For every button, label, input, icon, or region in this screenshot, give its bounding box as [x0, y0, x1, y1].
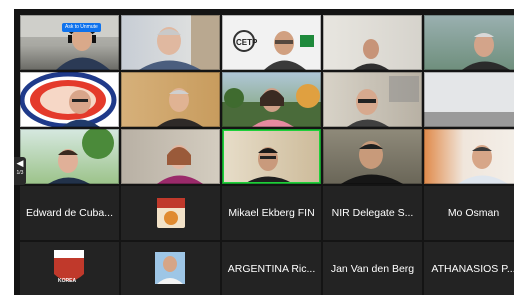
participant-name: ATHANASIOS P... — [431, 262, 514, 275]
cetp-logo: CETP — [236, 38, 258, 47]
participant-name: Mo Osman — [447, 207, 500, 219]
participant-video: CETP — [222, 15, 321, 70]
video-tile-participant-7[interactable] — [121, 72, 220, 127]
chevron-left-icon: ◀ — [16, 158, 24, 168]
video-tile-participant-10[interactable] — [424, 72, 514, 127]
participant-name: NIR Delegate S... — [331, 207, 414, 219]
video-tile-participant-3[interactable]: CETP — [222, 15, 321, 70]
participant-video — [458, 145, 508, 184]
video-tile-participant-4[interactable] — [323, 15, 422, 70]
participant-video — [139, 15, 220, 70]
video-tile-participant-13[interactable] — [222, 129, 321, 184]
avatar-tile-korea[interactable]: KOREA — [20, 242, 119, 295]
ask-to-unmute-badge[interactable]: Ask to Unmute — [62, 23, 101, 32]
name-tile-jan[interactable]: Jan Van den Berg — [323, 242, 422, 295]
participant-video — [157, 88, 203, 127]
avatar: KOREA — [54, 250, 84, 284]
page-indicator: 1/3 — [16, 170, 24, 176]
participant-video — [353, 39, 389, 70]
name-tile-mikael[interactable]: Mikael Ekberg FIN — [222, 186, 321, 240]
participant-name: Jan Van den Berg — [330, 262, 415, 275]
video-tile-participant-14[interactable] — [323, 129, 422, 184]
participant-name: Mikael Ekberg FIN — [228, 207, 315, 219]
video-tile-participant-6[interactable] — [20, 72, 119, 127]
name-tile-edward[interactable]: Edward de Cuba... — [20, 186, 119, 240]
video-tile-participant-2[interactable] — [121, 15, 220, 70]
avatar-tile-participant-17[interactable] — [121, 186, 220, 240]
participant-video — [244, 147, 294, 184]
avatar-tile-participant-22[interactable] — [121, 242, 220, 295]
participant-video — [48, 129, 114, 184]
participant-video — [347, 76, 419, 127]
participant-video — [341, 141, 403, 184]
video-tile-participant-15[interactable] — [424, 129, 514, 184]
video-tile-participant-11[interactable] — [20, 129, 119, 184]
participant-video — [462, 33, 510, 70]
video-tile-participant-5[interactable] — [424, 15, 514, 70]
video-tile-participant-12[interactable] — [121, 129, 220, 184]
previous-page-button[interactable]: ◀ 1/3 — [14, 157, 26, 185]
video-tile-participant-9[interactable] — [323, 72, 422, 127]
korea-logo: KOREA — [58, 278, 76, 284]
participant-video — [20, 72, 117, 127]
participant-name: ARGENTINA Ric... — [227, 262, 316, 275]
video-gallery: Ask to Unmute CETP Edward de Cuba... Mik… — [14, 9, 514, 295]
name-tile-nir[interactable]: NIR Delegate S... — [323, 186, 422, 240]
participant-video — [157, 145, 203, 184]
name-tile-athanasios[interactable]: ATHANASIOS P... — [424, 242, 514, 295]
name-tile-argentina[interactable]: ARGENTINA Ric... — [222, 242, 321, 295]
participant-video — [222, 84, 321, 127]
video-tile-participant-8[interactable] — [222, 72, 321, 127]
name-tile-mo[interactable]: Mo Osman — [424, 186, 514, 240]
avatar — [157, 198, 185, 228]
participant-name: Edward de Cuba... — [26, 207, 113, 219]
video-tile-participant-1[interactable]: Ask to Unmute — [20, 15, 119, 70]
avatar — [155, 252, 185, 284]
participant-video — [424, 72, 514, 127]
